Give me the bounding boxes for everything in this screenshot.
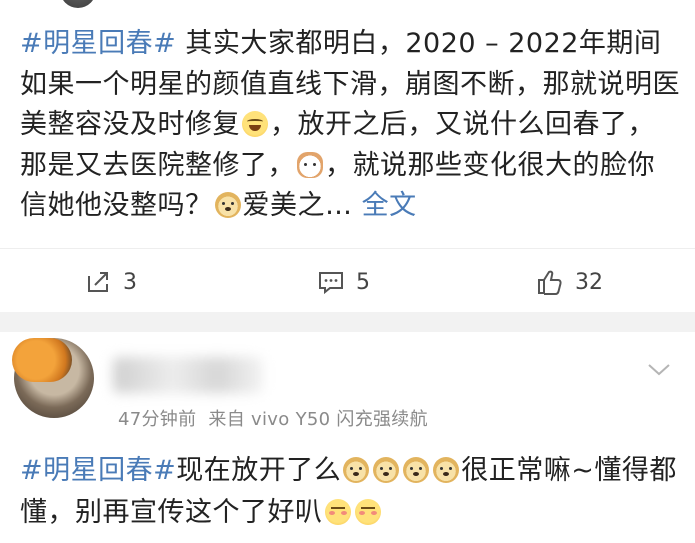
repost-count: 3 — [123, 269, 137, 295]
post-body: #明星回春# 其实大家都明白，2020 – 2022年期间如果一个明星的颜值直线… — [20, 24, 680, 227]
tiger-avatar-frame-icon — [12, 338, 72, 382]
comment-text-part1: 现在放开了么 — [176, 455, 342, 486]
previous-avatar[interactable] — [60, 0, 96, 8]
like-count: 32 — [575, 269, 603, 295]
comment-meta: 47分钟前 来自 vivo Y50 闪充强续航 — [118, 405, 428, 431]
laugh-cry-emoji-icon — [242, 111, 268, 137]
doge-emoji-icon — [433, 457, 460, 483]
like-button[interactable]: 32 — [535, 267, 603, 297]
doge-emoji-icon — [214, 192, 241, 218]
post-topic-link[interactable]: #明星回春# — [20, 28, 176, 59]
post-action-bar: 3 5 32 — [0, 248, 695, 313]
doge-emoji-icon — [403, 457, 430, 483]
comment-time: 47分钟前 — [118, 409, 197, 430]
comment-source: 来自 vivo Y50 闪充强续航 — [208, 409, 428, 430]
chevron-down-icon[interactable] — [646, 362, 672, 378]
comment-topic-link[interactable]: #明星回春# — [20, 455, 176, 486]
doge-emoji-icon — [373, 457, 400, 483]
repost-button[interactable]: 3 — [83, 267, 137, 297]
post-text-part4: 爱美之… — [242, 190, 353, 221]
shy-emoji-icon — [324, 499, 351, 525]
commenter-username-blurred[interactable] — [113, 357, 263, 393]
section-divider — [0, 312, 695, 332]
repost-icon — [88, 272, 108, 292]
comment-body: #明星回春#现在放开了么 很正常嘛~懂得都懂，别再宣传这个了好叭 — [20, 450, 680, 534]
cat-emoji-icon — [297, 151, 323, 178]
comment-icon — [319, 272, 343, 295]
shy-emoji-icon — [354, 499, 381, 525]
expand-full-text-link[interactable]: 全文 — [362, 190, 417, 221]
comment-button[interactable]: 5 — [316, 267, 370, 297]
doge-emoji-icon — [343, 457, 370, 483]
comment-count: 5 — [356, 269, 370, 295]
thumbs-up-icon — [538, 270, 562, 295]
